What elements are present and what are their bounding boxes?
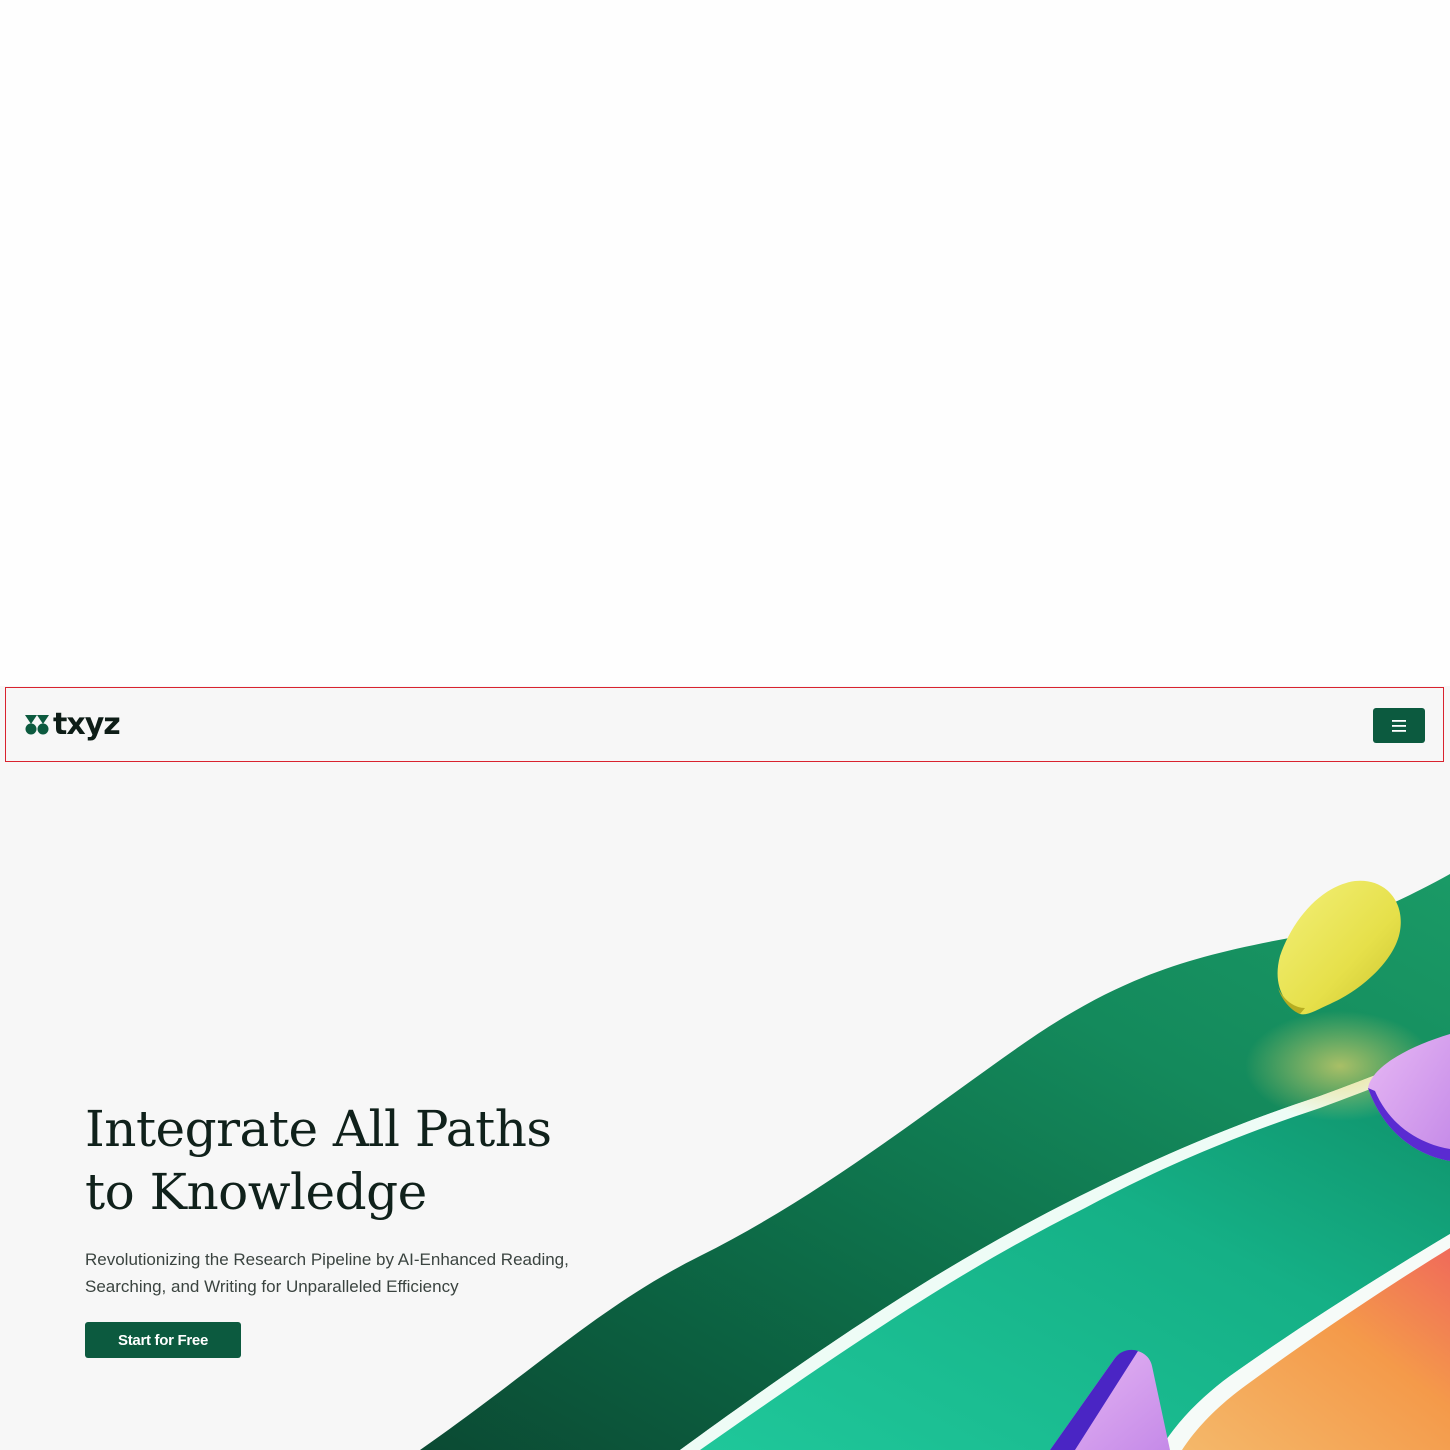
website: txyz Integrate All Paths to Knowledge Re…: [0, 686, 1450, 1450]
headline-line-1: Integrate All Paths: [85, 1100, 552, 1158]
logo-text: txyz: [53, 707, 121, 742]
headline-line-2: to Knowledge: [85, 1163, 427, 1221]
top-navbar: txyz: [5, 687, 1444, 762]
blank-area: [0, 0, 1450, 686]
start-for-free-button[interactable]: Start for Free: [85, 1322, 241, 1358]
clover-leaf-icon: [25, 715, 49, 735]
hero-headline: Integrate All Paths to Knowledge: [85, 1098, 645, 1224]
hero-content: Integrate All Paths to Knowledge Revolut…: [85, 1098, 645, 1358]
menu-button[interactable]: [1373, 708, 1425, 743]
page: txyz Integrate All Paths to Knowledge Re…: [0, 0, 1450, 1450]
logo[interactable]: txyz: [25, 707, 121, 742]
hamburger-menu-icon: [1392, 719, 1406, 732]
hero-subheadline: Revolutionizing the Research Pipeline by…: [85, 1250, 569, 1296]
